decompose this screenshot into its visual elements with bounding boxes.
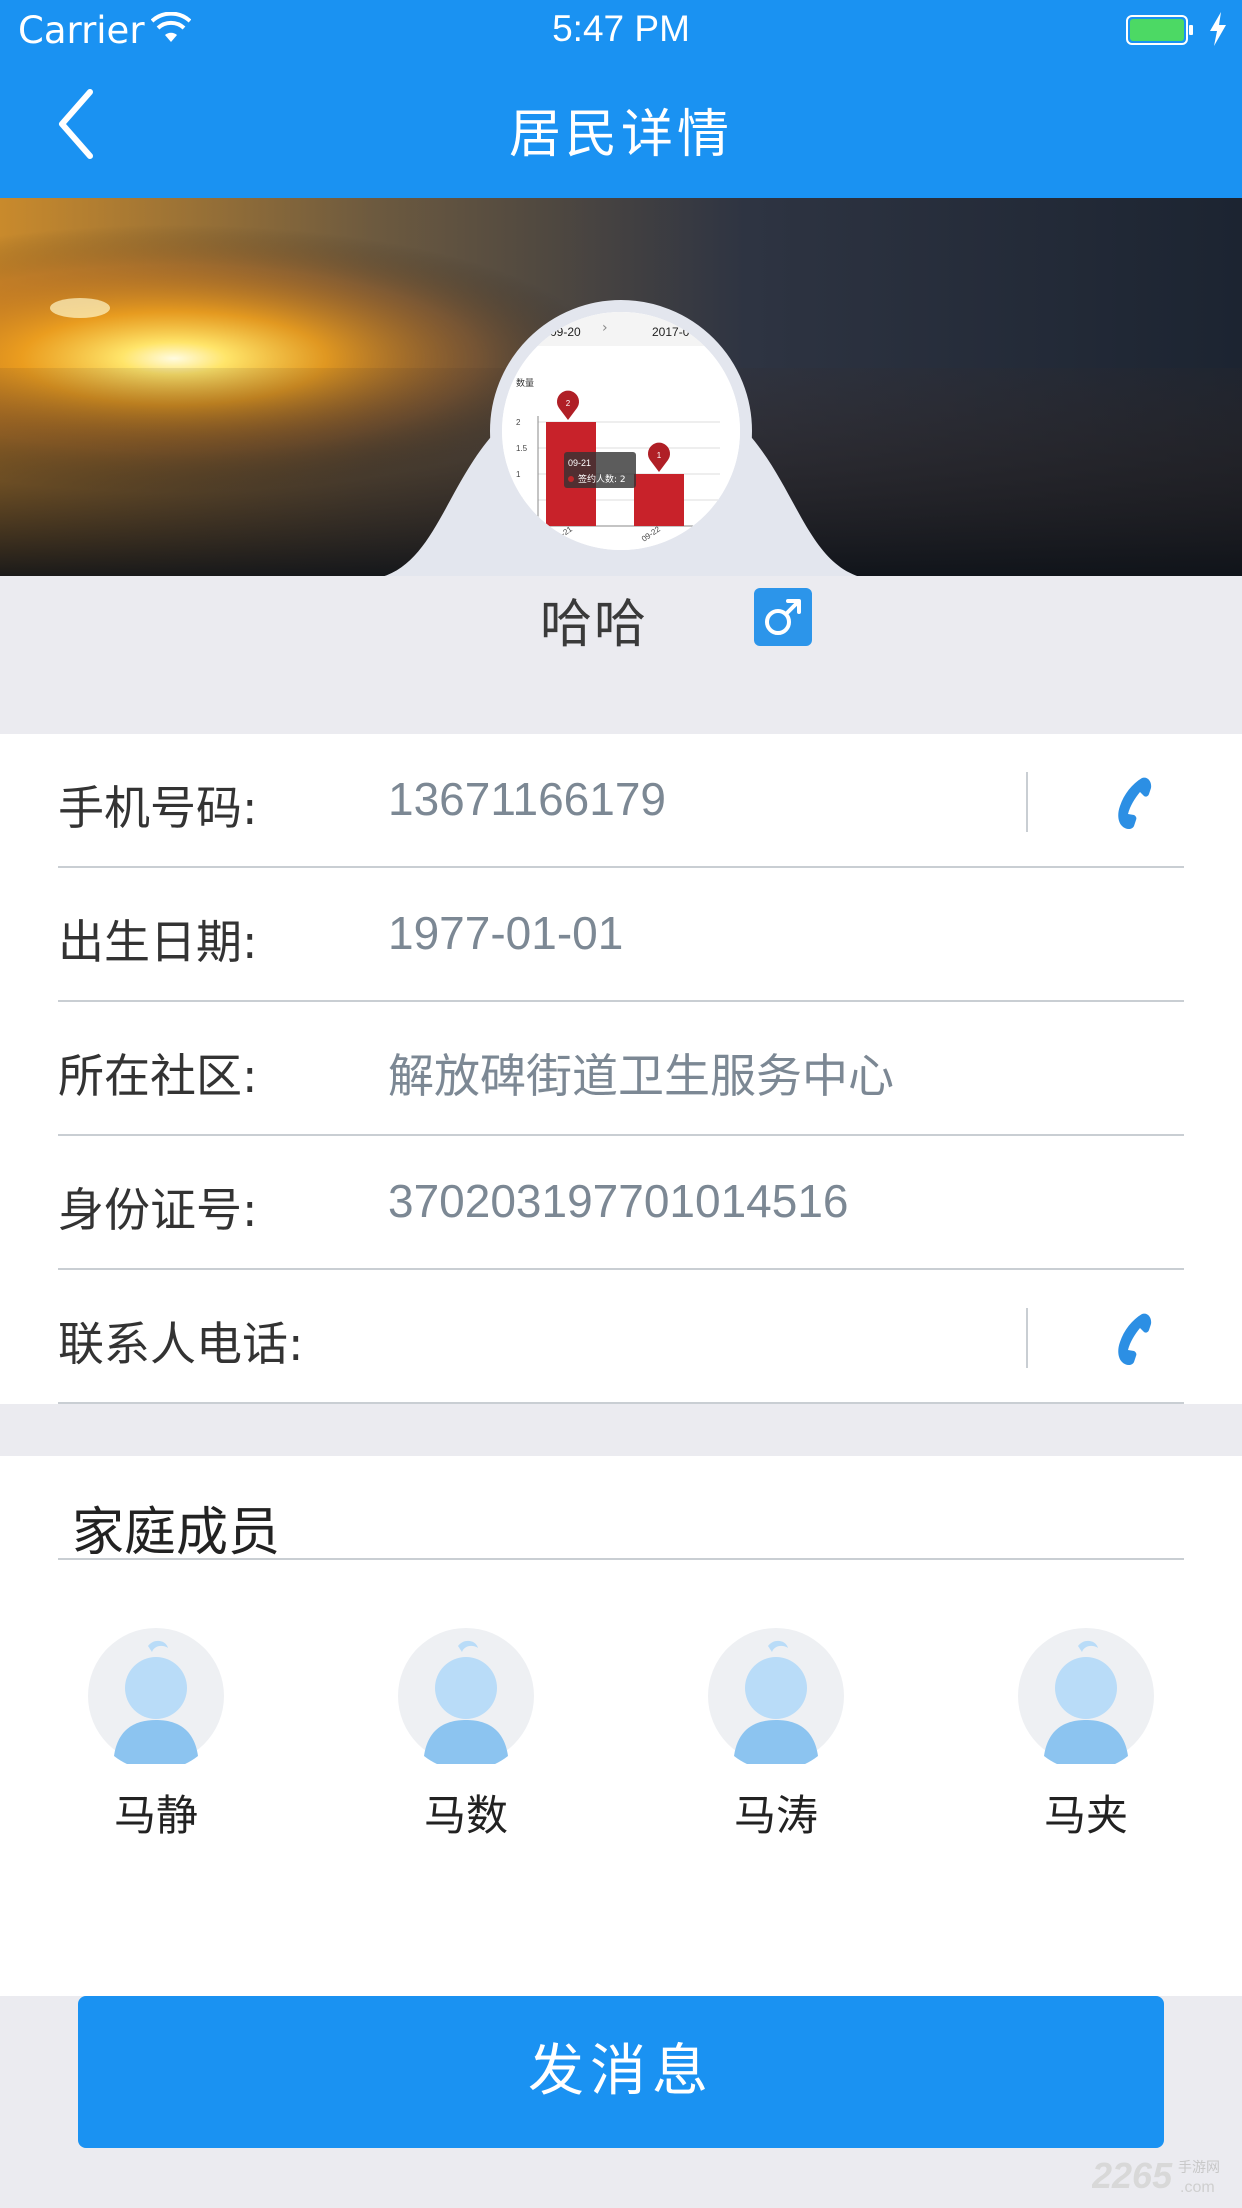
- chart-y-axis-title: 数量: [516, 377, 534, 389]
- chart-value-label: 2: [566, 399, 571, 408]
- row-divider: [1026, 1308, 1028, 1368]
- community-row: 所在社区: 解放碑街道卫生服务中心: [58, 1002, 1184, 1136]
- chart-y-tick-label: 1.5: [516, 444, 528, 453]
- send-message-button[interactable]: 发消息: [78, 1996, 1164, 2148]
- charging-icon: [1210, 12, 1226, 46]
- phone-icon: [1118, 777, 1152, 829]
- user-avatar-icon: [398, 1628, 534, 1764]
- id-number-label: 身份证号:: [58, 1183, 258, 1237]
- id-number-value: 370203197701014516: [388, 1175, 849, 1227]
- chart-tooltip-dot: [568, 476, 574, 482]
- contact-phone-row: 联系人电话:: [58, 1270, 1184, 1404]
- page-title: 居民详情: [508, 105, 733, 165]
- chart-y-tick-label: .5: [516, 496, 523, 505]
- family-member-name: 马数: [423, 1791, 508, 1840]
- family-member-name: 马涛: [733, 1791, 818, 1840]
- chart-tab-right: 2017-0: [652, 325, 690, 339]
- family-title: 家庭成员: [72, 1503, 281, 1563]
- header: Carrier 5:47 PM 居民详情: [0, 0, 1242, 198]
- family-member[interactable]: 马涛: [676, 1628, 876, 1848]
- family-member[interactable]: 马静: [56, 1628, 256, 1848]
- family-member[interactable]: 马数: [366, 1628, 566, 1848]
- phone-label: 手机号码:: [58, 781, 258, 835]
- phone-value: 13671166179: [388, 773, 666, 825]
- chart-y-tick-label: 2: [516, 418, 521, 427]
- chart-tooltip-date: 09-21: [568, 458, 591, 468]
- site-watermark-logo: 2265 手游网 .com: [1092, 2155, 1220, 2196]
- svg-text:.com: .com: [1180, 2179, 1215, 2196]
- battery-icon: [1126, 15, 1193, 45]
- chevron-right-icon: ›: [602, 320, 608, 336]
- chart-tooltip-text: 签约人数: 2: [578, 473, 626, 485]
- phone-icon: [1118, 1313, 1152, 1365]
- svg-text:手游网: 手游网: [1178, 2160, 1220, 2176]
- community-label: 所在社区:: [58, 1049, 258, 1103]
- chart-value-label: 1: [657, 451, 662, 460]
- community-value: 解放碑街道卫生服务中心: [388, 1049, 894, 1103]
- birthdate-value: 1977-01-01: [388, 907, 624, 959]
- birthdate-row: 出生日期: 1977-01-01: [58, 868, 1184, 1002]
- chart-y-tick-label: 1: [516, 470, 521, 479]
- user-avatar-icon: [1018, 1628, 1154, 1764]
- avatar[interactable]: 09-20 2017-0 › 数量 2 1.5 1.5 2 09-21 1 09-22 0…: [490, 300, 752, 562]
- family-divider: [58, 1558, 1184, 1560]
- male-icon: [765, 599, 801, 635]
- family-member[interactable]: 马夹: [986, 1628, 1186, 1848]
- birthdate-label: 出生日期:: [58, 915, 258, 969]
- chart-tab-left: 09-20: [550, 325, 581, 339]
- svg-text:2265: 2265: [1092, 2155, 1173, 2196]
- phone-row: 手机号码: 13671166179: [58, 734, 1184, 868]
- contact-phone-label: 联系人电话:: [58, 1317, 304, 1371]
- status-bar: Carrier 5:47 PM: [0, 0, 1242, 60]
- family-member-name: 马夹: [1043, 1791, 1128, 1840]
- nav-bar: 居民详情: [0, 60, 1242, 198]
- profile-name: 哈哈: [540, 595, 649, 655]
- id-number-row: 身份证号: 370203197701014516: [58, 1136, 1184, 1270]
- info-panel: 手机号码: 13671166179 出生日期: 1977-01-01 所在社区:…: [0, 734, 1242, 1404]
- chart-bar: [634, 474, 684, 526]
- avatar-chart-image: 09-20 2017-0 › 数量 21.51.5 209-21109-22 0…: [502, 312, 740, 550]
- family-panel: 家庭成员 马静 马数 马涛 马夹: [0, 1456, 1242, 1996]
- call-phone-button[interactable]: [1104, 772, 1164, 832]
- gender-badge: [754, 588, 812, 646]
- status-time: 5:47 PM: [552, 8, 690, 49]
- row-divider: [1026, 772, 1028, 832]
- family-member-name: 马静: [113, 1791, 198, 1840]
- user-avatar-icon: [88, 1628, 224, 1764]
- call-contact-button[interactable]: [1104, 1308, 1164, 1368]
- user-avatar-icon: [708, 1628, 844, 1764]
